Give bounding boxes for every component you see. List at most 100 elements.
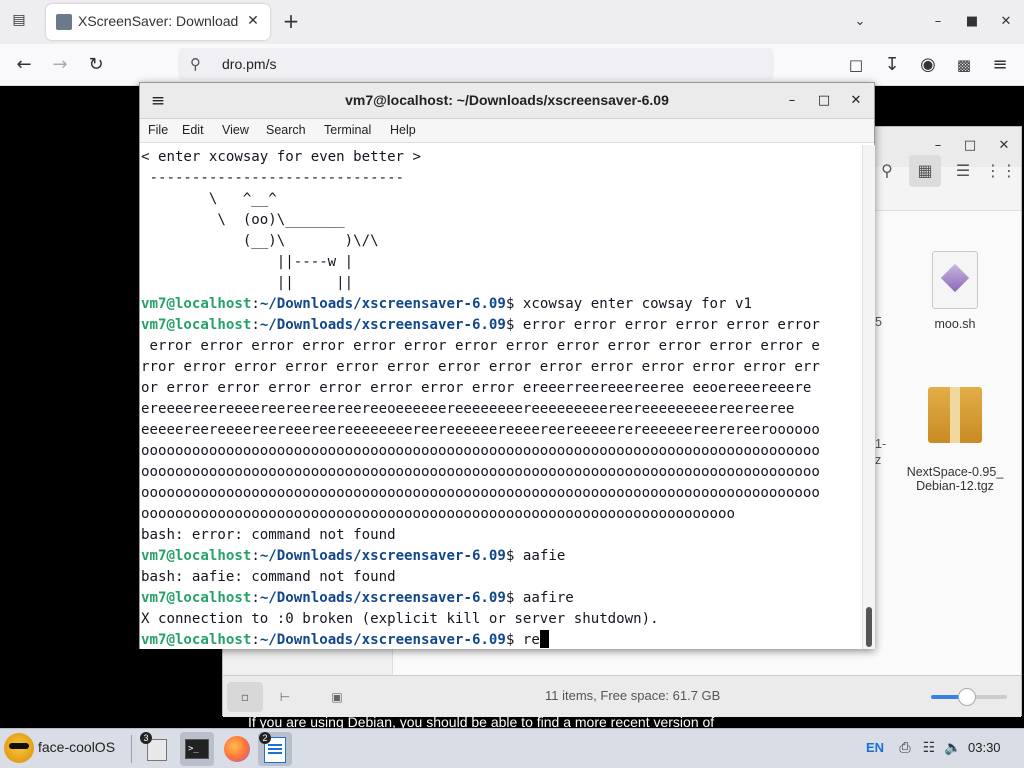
command-text: error error error error error error (522, 317, 820, 333)
fm-minimize-icon[interactable]: – (929, 137, 947, 155)
prompt-symbol: $ (505, 296, 523, 312)
menu-file[interactable]: File (148, 123, 168, 137)
terminal-icon: >_ (185, 739, 209, 759)
file-manager-statusbar: ▫ ⊢ ▣ 11 items, Free space: 61.7 GB (223, 675, 1021, 717)
menu-help[interactable]: Help (390, 123, 416, 137)
text-cursor (539, 630, 549, 648)
desktop: ▤ XScreenSaver: Download ✕ + ⌄ – ■ ✕ ← →… (0, 0, 1024, 768)
prompt-separator: : (251, 317, 260, 333)
terminal-line: \ ^__^ (141, 191, 277, 207)
browser-tab-strip: ▤ XScreenSaver: Download ✕ + ⌄ – ■ ✕ (0, 0, 1024, 44)
prompt-path: ~/Downloads/xscreensaver-6.09 (259, 548, 506, 564)
file-item[interactable]: moo.sh (900, 251, 1010, 331)
sidebar-toggle-icon[interactable]: ▣ (319, 682, 355, 712)
close-icon[interactable]: ✕ (846, 91, 866, 111)
zoom-slider[interactable] (931, 688, 1007, 706)
terminal-header: ≡ vm7@localhost: ~/Downloads/xscreensave… (140, 83, 874, 119)
list-view-icon[interactable]: ☰ (947, 155, 979, 187)
terminal-output[interactable]: < enter xcowsay for even better > ------… (140, 145, 862, 649)
prompt-user: vm7@localhost (141, 317, 252, 333)
terminal-line: vm7@localhost:~/Downloads/xscreensaver-6… (141, 294, 752, 315)
taskbar-firefox-button[interactable] (220, 732, 254, 766)
prompt-user: vm7@localhost (141, 632, 252, 648)
file-name: moo.sh (934, 317, 976, 331)
forward-arrow-icon[interactable]: → (48, 53, 72, 77)
fm-close-icon[interactable]: ✕ (995, 137, 1013, 155)
browser-nav-bar: ← → ↻ ⚲ dro.pm/s □ ↧ ◉ ▩ ≡ (0, 44, 1024, 86)
account-icon[interactable]: ◉ (916, 53, 940, 77)
terminal-line: ------------------------------ (141, 170, 405, 186)
prompt-user: vm7@localhost (141, 590, 252, 606)
printer-icon[interactable]: ⎙ (896, 739, 914, 757)
compact-view-icon[interactable]: ⋮⋮ (985, 155, 1017, 187)
tab-close-icon[interactable]: ✕ (244, 12, 262, 30)
start-menu-face-icon[interactable] (4, 733, 34, 763)
maximize-icon[interactable]: □ (814, 91, 834, 111)
clock[interactable]: 03:30 (968, 740, 1001, 755)
network-icon[interactable]: ☷ (920, 739, 938, 757)
taskbar-files-button[interactable]: 3 (139, 732, 173, 766)
tab-list-icon[interactable]: ▤ (8, 12, 30, 32)
terminal-line: vm7@localhost:~/Downloads/xscreensaver-6… (141, 630, 549, 649)
browser-tab[interactable]: XScreenSaver: Download ✕ (46, 4, 270, 40)
window-count-badge: 3 (140, 732, 152, 744)
reload-icon[interactable]: ↻ (84, 53, 108, 77)
terminal-scrollbar[interactable] (862, 145, 875, 649)
search-icon: ⚲ (190, 55, 201, 73)
new-tab-icon[interactable]: + (280, 10, 302, 32)
scrollbar-thumb[interactable] (866, 607, 872, 647)
close-icon[interactable]: ✕ (996, 12, 1016, 32)
taskbar-writer-button[interactable]: 2 (258, 732, 292, 766)
keyboard-layout-indicator[interactable]: EN (866, 740, 884, 755)
tree-icon[interactable]: ⊢ (267, 682, 303, 712)
prompt-path: ~/Downloads/xscreensaver-6.09 (259, 590, 506, 606)
terminal-line: bash: error: command not found (141, 527, 396, 543)
prompt-symbol: $ (505, 590, 523, 606)
prompt-path: ~/Downloads/xscreensaver-6.09 (259, 317, 506, 333)
taskbar-separator (131, 735, 132, 763)
terminal-line: oooooooooooooooooooooooooooooooooooooooo… (141, 443, 820, 459)
menu-view[interactable]: View (222, 123, 249, 137)
volume-icon[interactable]: 🔈 (944, 739, 962, 757)
terminal-line: oooooooooooooooooooooooooooooooooooooooo… (141, 485, 820, 501)
url-bar[interactable]: ⚲ dro.pm/s (178, 48, 774, 80)
file-name: NextSpace-0.95_ Debian-12.tgz (906, 465, 1004, 493)
maximize-icon[interactable]: ■ (962, 12, 982, 32)
menu-edit[interactable]: Edit (182, 123, 204, 137)
downloads-icon[interactable]: ↧ (880, 53, 904, 77)
hamburger-menu-icon[interactable]: ≡ (988, 53, 1012, 77)
places-icon[interactable]: ▫ (227, 682, 263, 712)
file-item[interactable]: NextSpace-0.95_ Debian-12.tgz (900, 373, 1010, 507)
pocket-icon[interactable]: □ (844, 53, 868, 77)
tab-title: XScreenSaver: Download (78, 13, 239, 29)
start-menu-label[interactable]: face-coolOS (38, 739, 115, 755)
terminal-line: eeeeereereeeereereeereereeeeeeeereereeee… (141, 422, 820, 438)
menu-search[interactable]: Search (266, 123, 306, 137)
terminal-line: vm7@localhost:~/Downloads/xscreensaver-6… (141, 546, 565, 567)
terminal-line: oooooooooooooooooooooooooooooooooooooooo… (141, 506, 735, 522)
prompt-user: vm7@localhost (141, 296, 252, 312)
taskbar-terminal-button[interactable]: >_ (180, 732, 214, 766)
menu-terminal[interactable]: Terminal (324, 123, 371, 137)
grid-view-icon[interactable]: ▦ (909, 155, 941, 187)
zoom-slider-knob[interactable] (958, 688, 977, 706)
window-count-badge: 2 (259, 732, 271, 744)
extensions-icon[interactable]: ▩ (952, 53, 976, 77)
tab-overflow-chevron-icon[interactable]: ⌄ (850, 12, 870, 32)
prompt-separator: : (251, 548, 260, 564)
terminal-window: ≡ vm7@localhost: ~/Downloads/xscreensave… (139, 82, 875, 649)
terminal-line: oooooooooooooooooooooooooooooooooooooooo… (141, 464, 820, 480)
prompt-separator: : (251, 632, 260, 648)
terminal-line: vm7@localhost:~/Downloads/xscreensaver-6… (141, 315, 820, 336)
window-title: vm7@localhost: ~/Downloads/xscreensaver-… (345, 92, 669, 108)
fm-search-icon[interactable]: ⚲ (871, 155, 903, 187)
terminal-line: or error error error error error error e… (141, 380, 812, 396)
minimize-icon[interactable]: – (928, 12, 948, 32)
back-arrow-icon[interactable]: ← (12, 53, 36, 77)
fm-maximize-icon[interactable]: □ (961, 137, 979, 155)
command-text: re (522, 632, 540, 648)
terminal-line: rror error error error error error error… (141, 359, 820, 375)
terminal-line: || || (141, 275, 354, 291)
minimize-icon[interactable]: – (782, 91, 802, 111)
prompt-symbol: $ (505, 548, 523, 564)
